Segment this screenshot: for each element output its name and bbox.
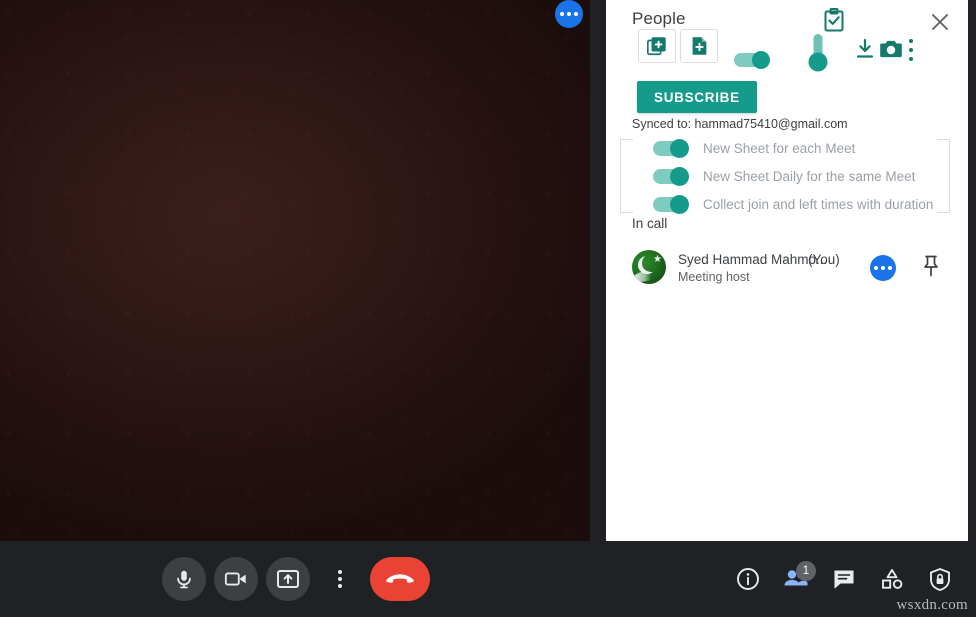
bracket-right <box>937 139 950 213</box>
dot <box>908 57 913 61</box>
three-dots-icon <box>567 12 571 16</box>
camera-button[interactable] <box>214 557 258 601</box>
pin-icon[interactable] <box>920 254 942 283</box>
meeting-bottom-bar <box>0 541 976 617</box>
dot <box>908 48 913 52</box>
toggle-knob <box>752 51 770 69</box>
chat-button[interactable] <box>820 555 868 603</box>
three-dots-icon <box>560 12 564 16</box>
participant-you-tag: (You) <box>808 252 840 267</box>
video-camera-icon <box>224 572 246 586</box>
camera-icon[interactable] <box>879 38 903 65</box>
show-everyone-button[interactable] <box>772 555 820 603</box>
people-panel: People SUBSCRIBE Synced to: hammad75410@… <box>606 0 968 548</box>
add-document-icon <box>692 37 707 55</box>
tile-more-options-button[interactable] <box>555 0 583 28</box>
participant-name: Syed Hammad Mahmo... <box>678 252 828 267</box>
dot <box>338 570 342 574</box>
dot <box>874 266 878 270</box>
more-options-button[interactable] <box>318 557 362 601</box>
dot <box>888 266 892 270</box>
add-sheet-icon <box>647 37 666 56</box>
option-row-new-sheet-each-meet[interactable]: New Sheet for each Meet <box>653 137 855 159</box>
watermark: wsxdn.com <box>896 597 968 613</box>
more-vertical-icon[interactable] <box>908 39 913 61</box>
dot <box>908 39 913 43</box>
phone-hangup-icon <box>386 574 414 583</box>
meeting-details-button[interactable] <box>724 555 772 603</box>
participant-role: Meeting host <box>678 270 750 284</box>
toggle-new-sheet-each-meet[interactable] <box>653 139 693 158</box>
activities-icon <box>882 569 903 589</box>
dot <box>338 584 342 588</box>
new-document-button[interactable] <box>680 29 718 63</box>
participant-more-options-button[interactable] <box>870 255 896 281</box>
thermometer-icon[interactable] <box>806 32 830 81</box>
option-row-new-sheet-daily[interactable]: New Sheet Daily for the same Meet <box>653 165 915 187</box>
shield-lock-icon <box>930 567 950 591</box>
video-tile-self[interactable] <box>0 0 590 541</box>
video-feed-texture <box>0 0 590 541</box>
dot <box>881 266 885 270</box>
download-icon[interactable] <box>855 38 875 65</box>
new-sheet-button[interactable] <box>638 29 676 63</box>
toggle-knob <box>670 139 689 158</box>
toggle-knob <box>670 167 689 186</box>
page-title: People <box>632 9 686 28</box>
option-label: New Sheet for each Meet <box>703 140 856 156</box>
bracket-left <box>620 139 633 213</box>
close-icon[interactable] <box>926 8 954 36</box>
star-icon: ★ <box>653 254 662 265</box>
microphone-button[interactable] <box>162 557 206 601</box>
avatar: ★ <box>632 250 666 284</box>
section-label-in-call: In call <box>632 216 668 231</box>
toggle-new-sheet-daily[interactable] <box>653 167 693 186</box>
synced-account-text: Synced to: hammad75410@gmail.com <box>632 117 848 131</box>
meeting-stage: People SUBSCRIBE Synced to: hammad75410@… <box>0 0 976 617</box>
toggle-collect-times[interactable] <box>653 195 693 214</box>
addon-options-group: New Sheet for each Meet New Sheet Daily … <box>620 137 950 214</box>
activities-button[interactable] <box>868 555 916 603</box>
present-screen-icon <box>277 570 299 588</box>
dot <box>338 577 342 581</box>
subscribe-button[interactable]: SUBSCRIBE <box>637 81 757 113</box>
addon-master-toggle[interactable] <box>734 51 772 69</box>
option-label: Collect join and left times with duratio… <box>703 196 934 212</box>
host-controls-button[interactable] <box>916 555 964 603</box>
option-label: New Sheet Daily for the same Meet <box>703 168 916 184</box>
info-icon <box>737 568 759 590</box>
more-vertical-icon <box>338 569 342 590</box>
chat-icon <box>834 570 854 589</box>
participant-row[interactable]: ★ Syed Hammad Mahmo... (You) Meeting hos… <box>620 246 956 290</box>
hangup-button[interactable] <box>370 557 430 601</box>
three-dots-icon <box>574 12 578 16</box>
mic-icon <box>177 570 191 589</box>
people-count-badge: 1 <box>796 561 816 581</box>
toggle-knob <box>670 195 689 214</box>
present-button[interactable] <box>266 557 310 601</box>
option-row-collect-times[interactable]: Collect join and left times with duratio… <box>653 193 933 215</box>
